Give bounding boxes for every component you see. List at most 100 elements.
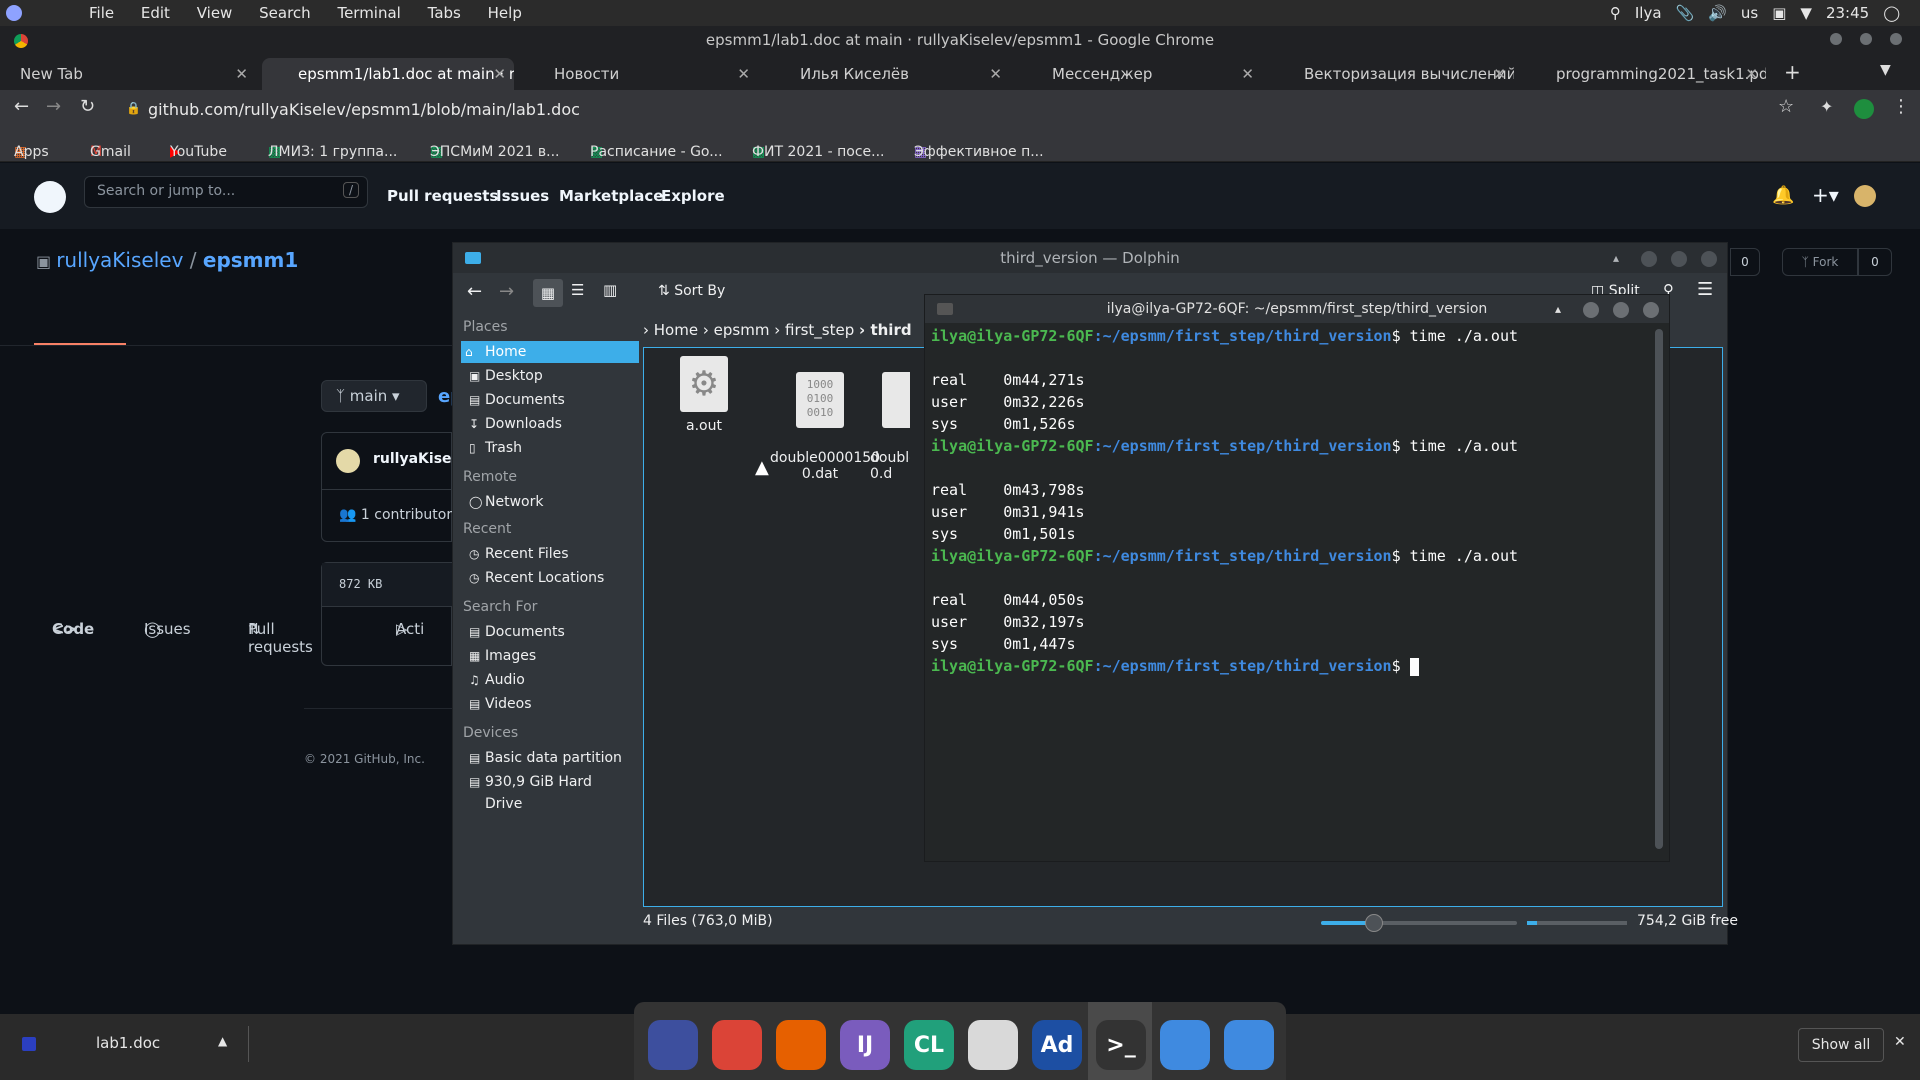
zoom-slider-handle[interactable] bbox=[1364, 914, 1383, 932]
breadcrumb-home[interactable]: › Home bbox=[643, 321, 698, 339]
url-field[interactable]: github.com/rullyaKiselev/epsmm1/blob/mai… bbox=[148, 100, 580, 119]
profile-avatar[interactable] bbox=[1854, 99, 1874, 119]
lock-icon[interactable]: 🔒 bbox=[126, 101, 141, 115]
menu-view[interactable]: View bbox=[197, 4, 233, 22]
watch-count-box[interactable]: 0 bbox=[1730, 248, 1760, 276]
nav-issues[interactable]: Issues bbox=[496, 187, 549, 205]
close-icon[interactable]: ✕ bbox=[989, 58, 1002, 90]
power-icon[interactable]: ◯ bbox=[1883, 4, 1900, 22]
place-recent-files[interactable]: ◷ Recent Files bbox=[465, 543, 633, 565]
close-button[interactable] bbox=[1890, 33, 1902, 45]
device-basic-partition[interactable]: ▤ Basic data partition bbox=[465, 747, 633, 769]
hamburger-menu-icon[interactable]: ☰ bbox=[1697, 279, 1713, 300]
new-tab-button[interactable]: + bbox=[1784, 60, 1801, 84]
breadcrumb-epsmm[interactable]: › epsmm bbox=[703, 321, 770, 339]
chevron-up-icon[interactable]: ▴ bbox=[1613, 243, 1619, 273]
apps-grid-icon[interactable] bbox=[1224, 1020, 1274, 1070]
back-icon[interactable]: ← bbox=[467, 281, 482, 302]
terminal-output[interactable]: ilya@ilya-GP72-6QF:~/epsmm/first_step/th… bbox=[931, 325, 1651, 677]
device-hard-drive[interactable]: ▤ 930,9 GiB Hard Drive bbox=[465, 771, 633, 812]
adobe-icon[interactable]: Ad bbox=[1032, 1020, 1082, 1070]
close-icon[interactable]: ✕ bbox=[737, 58, 750, 90]
menu-edit[interactable]: Edit bbox=[141, 4, 170, 22]
menu-help[interactable]: Help bbox=[488, 4, 522, 22]
display-icon[interactable]: ▣ bbox=[1772, 4, 1786, 22]
forward-icon[interactable]: → bbox=[499, 281, 514, 302]
sort-by-button[interactable]: ⇅ Sort By bbox=[658, 283, 725, 299]
place-documents[interactable]: ▤ Documents bbox=[465, 389, 633, 411]
details-view-button[interactable]: ☰ bbox=[571, 281, 584, 299]
github-logo-icon[interactable] bbox=[34, 181, 66, 213]
place-trash[interactable]: ▯ Trash bbox=[465, 437, 633, 459]
search-documents[interactable]: ▤ Documents bbox=[465, 621, 633, 643]
search-videos[interactable]: ▤ Videos bbox=[465, 693, 633, 715]
tab-new-tab[interactable]: New Tab ✕ bbox=[0, 58, 256, 90]
files-icon[interactable] bbox=[1160, 1020, 1210, 1070]
tab-search-icon[interactable]: ▼ bbox=[1880, 62, 1891, 78]
chrome-icon[interactable] bbox=[712, 1020, 762, 1070]
chevron-up-icon[interactable]: ▲ bbox=[218, 1034, 227, 1048]
notifications-icon[interactable]: 🔔 bbox=[1772, 185, 1794, 206]
maximize-button[interactable] bbox=[1860, 33, 1872, 45]
user-name[interactable]: Ilya bbox=[1635, 4, 1662, 22]
chevron-up-icon[interactable]: ▴ bbox=[1555, 295, 1561, 323]
clion-icon[interactable]: CL bbox=[904, 1020, 954, 1070]
monitor-app-icon[interactable] bbox=[648, 1020, 698, 1070]
forward-icon[interactable]: → bbox=[46, 96, 61, 117]
show-all-button[interactable]: Show all bbox=[1798, 1028, 1884, 1062]
download-item[interactable]: lab1.doc ▲ bbox=[0, 1020, 246, 1066]
firefox-icon[interactable] bbox=[776, 1020, 826, 1070]
tab-programming-pdf[interactable]: programming2021_task1.pdf ✕ bbox=[1526, 58, 1766, 90]
close-icon[interactable]: ✕ bbox=[1894, 1034, 1906, 1050]
branch-selector[interactable]: ᛉ main ▾ bbox=[321, 380, 427, 412]
search-icon[interactable]: ⚲ bbox=[1610, 4, 1621, 22]
tab-github-lab1[interactable]: epsmm1/lab1.doc at main · r ✕ bbox=[262, 58, 514, 90]
nav-pull-requests[interactable]: Pull requests bbox=[387, 187, 498, 205]
tab-ilya-vk[interactable]: Илья Киселёв ✕ bbox=[770, 58, 1010, 90]
attachment-icon[interactable]: 📎 bbox=[1676, 4, 1695, 22]
xournal-icon[interactable] bbox=[968, 1020, 1018, 1070]
file-item[interactable]: 1000 0100 0010 double0000150 0.dat bbox=[770, 356, 880, 482]
search-images[interactable]: ▦ Images bbox=[465, 645, 633, 667]
place-recent-locations[interactable]: ◷ Recent Locations bbox=[465, 567, 633, 589]
author-avatar[interactable] bbox=[336, 449, 360, 473]
volume-icon[interactable]: 🔊 bbox=[1708, 4, 1727, 22]
compact-view-button[interactable]: ▥ bbox=[603, 281, 617, 299]
close-icon[interactable]: ✕ bbox=[1241, 58, 1254, 90]
close-icon[interactable]: ✕ bbox=[493, 58, 506, 90]
nav-explore[interactable]: Explore bbox=[661, 187, 725, 205]
chrome-menu-icon[interactable]: ⋮ bbox=[1892, 96, 1910, 117]
nav-marketplace[interactable]: Marketplace bbox=[559, 187, 663, 205]
create-new-icon[interactable]: +▾ bbox=[1812, 183, 1839, 207]
place-desktop[interactable]: ▣ Desktop bbox=[465, 365, 633, 387]
terminal-icon[interactable]: >_ bbox=[1096, 1020, 1146, 1070]
menu-tabs[interactable]: Tabs bbox=[428, 4, 461, 22]
breadcrumb-third-version[interactable]: › third bbox=[859, 321, 912, 339]
place-home[interactable]: ⌂ Home bbox=[461, 341, 639, 363]
close-button[interactable] bbox=[1643, 302, 1659, 318]
tab-vectorization[interactable]: Векторизация вычислений ✕ bbox=[1274, 58, 1514, 90]
place-network[interactable]: ◯ Network bbox=[465, 491, 633, 513]
file-item[interactable]: double 0.d bbox=[870, 356, 910, 482]
clock[interactable]: 23:45 bbox=[1826, 4, 1869, 22]
minimize-button[interactable] bbox=[1830, 33, 1842, 45]
close-icon[interactable]: ✕ bbox=[1493, 58, 1506, 90]
contributors-link[interactable]: 👥 1 contributor bbox=[339, 507, 452, 523]
github-search-input[interactable]: Search or jump to... / bbox=[84, 176, 368, 208]
intellij-icon[interactable]: IJ bbox=[840, 1020, 890, 1070]
place-downloads[interactable]: ↧ Downloads bbox=[465, 413, 633, 435]
search-audio[interactable]: ♫ Audio bbox=[465, 669, 633, 691]
minimize-button[interactable] bbox=[1641, 251, 1657, 267]
menu-search[interactable]: Search bbox=[259, 4, 311, 22]
minimize-button[interactable] bbox=[1583, 302, 1599, 318]
menu-terminal[interactable]: Terminal bbox=[337, 4, 400, 22]
fork-count-box[interactable]: 0 bbox=[1858, 248, 1892, 276]
extensions-icon[interactable]: ✦ bbox=[1820, 97, 1833, 116]
close-icon[interactable]: ✕ bbox=[235, 58, 248, 90]
breadcrumb-first-step[interactable]: › first_step bbox=[774, 321, 854, 339]
terminal-scrollbar[interactable] bbox=[1655, 329, 1663, 849]
maximize-button[interactable] bbox=[1613, 302, 1629, 318]
repo-name-link[interactable]: epsmm1 bbox=[203, 248, 298, 272]
back-icon[interactable]: ← bbox=[14, 96, 29, 117]
fork-button[interactable]: ᛉ Fork bbox=[1782, 248, 1858, 276]
